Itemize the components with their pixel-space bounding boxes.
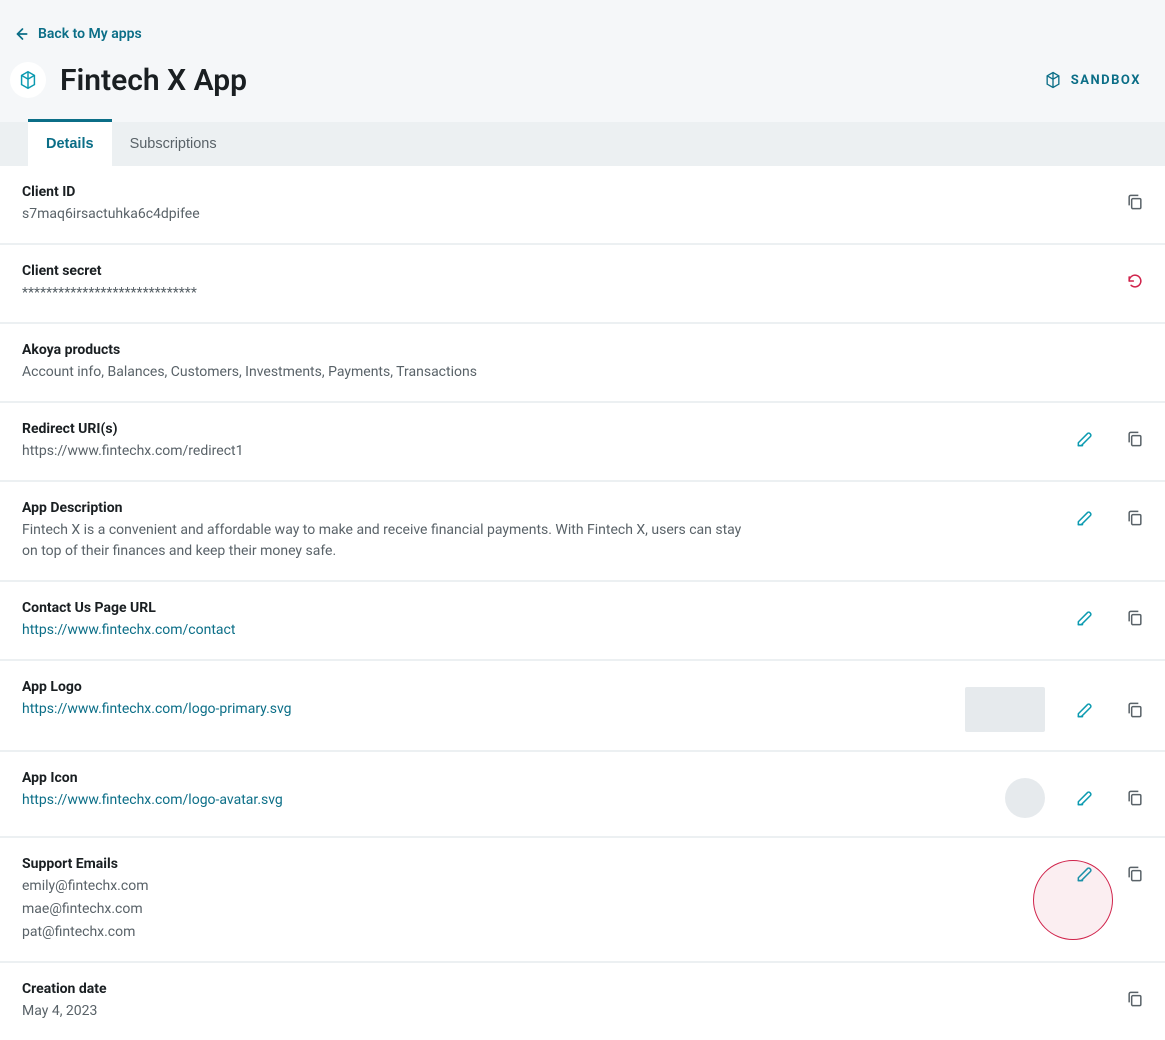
copy-icon — [1125, 788, 1145, 808]
copy-description-button[interactable] — [1125, 508, 1145, 528]
tab-details[interactable]: Details — [28, 119, 112, 166]
copy-redirect-uris-button[interactable] — [1125, 429, 1145, 449]
environment-badge-label: SANDBOX — [1071, 73, 1141, 88]
value-products: Account info, Balances, Customers, Inves… — [22, 362, 477, 383]
row-client-id: Client ID s7maq6irsactuhka6c4dpifee — [0, 166, 1165, 243]
label-description: App Description — [22, 500, 742, 516]
copy-icon — [1125, 700, 1145, 720]
copy-icon — [1125, 508, 1145, 528]
label-products: Akoya products — [22, 342, 477, 358]
copy-support-emails-button[interactable] — [1125, 864, 1145, 884]
copy-icon — [1125, 608, 1145, 628]
hex-icon — [1043, 70, 1063, 90]
copy-app-icon-button[interactable] — [1125, 788, 1145, 808]
edit-icon — [1075, 608, 1095, 628]
copy-icon — [1125, 192, 1145, 212]
back-link[interactable]: Back to My apps — [0, 24, 142, 44]
copy-client-id-button[interactable] — [1125, 192, 1145, 212]
back-link-label: Back to My apps — [38, 26, 142, 42]
value-creation-date: May 4, 2023 — [22, 1001, 107, 1022]
copy-app-logo-button[interactable] — [1125, 700, 1145, 720]
edit-icon — [1075, 700, 1095, 720]
edit-redirect-uris-button[interactable] — [1075, 429, 1095, 449]
regenerate-secret-button[interactable] — [1125, 271, 1145, 291]
arrow-left-icon — [10, 24, 30, 44]
edit-icon — [1075, 788, 1095, 808]
edit-app-icon-button[interactable] — [1075, 788, 1095, 808]
row-client-secret: Client secret **************************… — [0, 245, 1165, 322]
row-app-icon: App Icon https://www.fintechx.com/logo-a… — [0, 752, 1165, 836]
tab-subscriptions[interactable]: Subscriptions — [112, 122, 235, 166]
label-creation-date: Creation date — [22, 981, 107, 997]
edit-support-emails-button[interactable] — [1075, 864, 1095, 884]
copy-creation-date-button[interactable] — [1125, 989, 1145, 1009]
support-email: mae@fintechx.com — [22, 899, 148, 920]
app-header: Fintech X App SANDBOX — [0, 48, 1165, 122]
copy-icon — [1125, 989, 1145, 1009]
app-hex-icon-wrap — [10, 62, 46, 98]
row-contact-url: Contact Us Page URL https://www.fintechx… — [0, 582, 1165, 659]
row-redirect-uris: Redirect URI(s) https://www.fintechx.com… — [0, 403, 1165, 480]
support-email: pat@fintechx.com — [22, 922, 148, 943]
label-app-logo: App Logo — [22, 679, 292, 695]
copy-contact-url-button[interactable] — [1125, 608, 1145, 628]
value-description: Fintech X is a convenient and affordable… — [22, 520, 742, 562]
value-client-id: s7maq6irsactuhka6c4dpifee — [22, 204, 200, 225]
value-app-logo[interactable]: https://www.fintechx.com/logo-primary.sv… — [22, 699, 292, 720]
edit-description-button[interactable] — [1075, 508, 1095, 528]
value-support-emails: emily@fintechx.com mae@fintechx.com pat@… — [22, 876, 148, 943]
label-app-icon: App Icon — [22, 770, 283, 786]
edit-icon — [1075, 429, 1095, 449]
refresh-icon — [1125, 271, 1145, 291]
value-app-icon[interactable]: https://www.fintechx.com/logo-avatar.svg — [22, 790, 283, 811]
edit-contact-url-button[interactable] — [1075, 608, 1095, 628]
value-redirect-uris: https://www.fintechx.com/redirect1 — [22, 441, 243, 462]
label-contact-url: Contact Us Page URL — [22, 600, 235, 616]
row-creation-date: Creation date May 4, 2023 — [0, 963, 1165, 1040]
row-description: App Description Fintech X is a convenien… — [0, 482, 1165, 580]
row-products: Akoya products Account info, Balances, C… — [0, 324, 1165, 401]
label-client-secret: Client secret — [22, 263, 197, 279]
tabs: Details Subscriptions — [0, 122, 1165, 166]
copy-icon — [1125, 864, 1145, 884]
label-redirect-uris: Redirect URI(s) — [22, 421, 243, 437]
support-email: emily@fintechx.com — [22, 876, 148, 897]
label-support-emails: Support Emails — [22, 856, 148, 872]
row-app-logo: App Logo https://www.fintechx.com/logo-p… — [0, 661, 1165, 750]
edit-icon — [1075, 508, 1095, 528]
app-logo-thumbnail — [965, 687, 1045, 732]
hex-icon — [17, 69, 39, 91]
edit-app-logo-button[interactable] — [1075, 700, 1095, 720]
edit-icon — [1075, 864, 1095, 884]
copy-icon — [1125, 429, 1145, 449]
app-title: Fintech X App — [60, 63, 247, 98]
environment-badge: SANDBOX — [1043, 70, 1141, 90]
row-support-emails: Support Emails emily@fintechx.com mae@fi… — [0, 838, 1165, 961]
app-icon-thumbnail — [1005, 778, 1045, 818]
value-contact-url[interactable]: https://www.fintechx.com/contact — [22, 620, 235, 641]
label-client-id: Client ID — [22, 184, 200, 200]
value-client-secret: ***************************** — [22, 283, 197, 304]
